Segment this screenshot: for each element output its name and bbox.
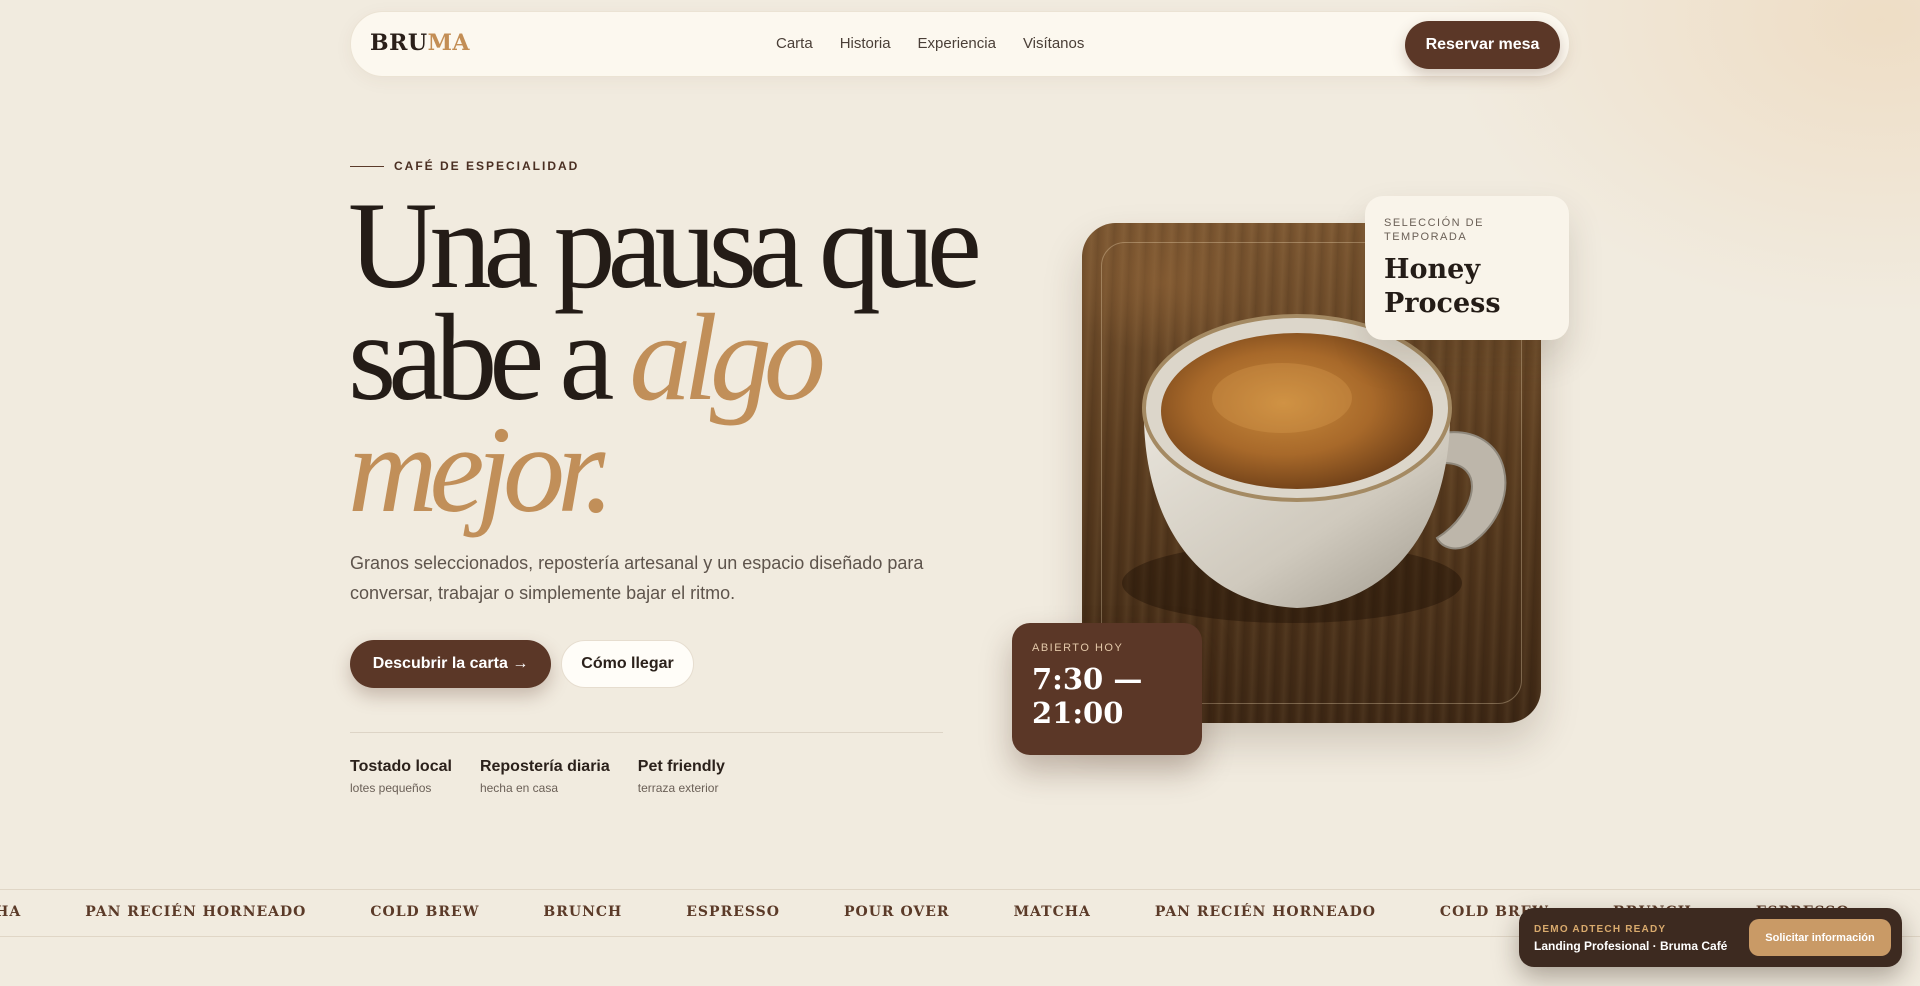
marquee-item: POUR OVER — [844, 904, 950, 920]
feature-item: Tostado local lotes pequeños — [350, 758, 452, 795]
eyebrow-line — [350, 165, 384, 167]
features-list: Tostado local lotes pequeños Repostería … — [350, 758, 725, 795]
logo-text-accent: MA — [427, 30, 470, 56]
marquee-item: MATCHA — [1013, 904, 1091, 920]
demo-tag: DEMO ADTECH READY — [1534, 924, 1667, 935]
hero-eyebrow: CAFÉ DE ESPECIALIDAD — [350, 159, 579, 173]
top-navigation: BRUMA Carta Historia Experiencia Visítan… — [350, 11, 1570, 77]
nav-link-visitanos[interactable]: Visítanos — [1023, 35, 1084, 52]
marquee-item: BRUNCH — [543, 904, 623, 920]
features-divider — [350, 732, 943, 733]
request-info-button[interactable]: Solicitar información — [1749, 919, 1891, 956]
directions-button[interactable]: Cómo llegar — [561, 640, 694, 688]
headline-line-2-italic: algo — [629, 289, 825, 426]
marquee-item: PAN RECIÉN HORNEADO — [85, 904, 307, 920]
brand-logo[interactable]: BRUMA — [370, 30, 470, 56]
nav-links: Carta Historia Experiencia Visítanos — [776, 35, 1084, 52]
nav-link-historia[interactable]: Historia — [840, 35, 891, 52]
hero-headline: Una pausa que sabe a algo mejor. — [348, 184, 988, 532]
eyebrow-text: CAFÉ DE ESPECIALIDAD — [394, 159, 580, 173]
feature-title: Tostado local — [350, 758, 452, 775]
hours-label: ABIERTO HOY — [1032, 642, 1124, 654]
marquee-item: ESPRESSO — [686, 904, 780, 920]
discover-menu-button[interactable]: Descubrir la carta → — [350, 640, 551, 688]
seasonal-value: Honey Process — [1384, 254, 1501, 319]
nav-link-experiencia[interactable]: Experiencia — [918, 35, 996, 52]
headline-line-3-italic: mejor. — [348, 401, 615, 538]
feature-title: Repostería diaria — [479, 758, 610, 775]
feature-title: Pet friendly — [637, 758, 725, 775]
feature-item: Pet friendly terraza exterior — [638, 758, 725, 795]
reserve-table-button[interactable]: Reservar mesa — [1405, 21, 1560, 69]
feature-item: Repostería diaria hecha en casa — [480, 758, 610, 795]
demo-name: Landing Profesional · Bruma Café — [1534, 939, 1728, 953]
feature-subtitle: terraza exterior — [637, 781, 719, 795]
seasonal-label: SELECCIÓN DE TEMPORADA — [1384, 217, 1484, 243]
marquee-item: PAN RECIÉN HORNEADO — [1154, 904, 1376, 920]
marquee-item: MATCHA — [0, 904, 22, 920]
feature-subtitle: lotes pequeños — [350, 781, 432, 795]
seasonal-selection-card: SELECCIÓN DE TEMPORADA Honey Process — [1365, 196, 1569, 340]
opening-hours-card: ABIERTO HOY 7:30 — 21:00 — [1012, 623, 1202, 755]
marquee-item: COLD BREW — [370, 904, 480, 920]
hours-value: 7:30 — 21:00 — [1032, 662, 1143, 730]
demo-info-bar: DEMO ADTECH READY Landing Profesional · … — [1519, 908, 1902, 967]
hero-subtitle: Granos seleccionados, repostería artesan… — [350, 553, 924, 603]
nav-link-carta[interactable]: Carta — [776, 35, 813, 52]
logo-text-primary: BRU — [370, 30, 428, 56]
feature-subtitle: hecha en casa — [479, 781, 558, 795]
